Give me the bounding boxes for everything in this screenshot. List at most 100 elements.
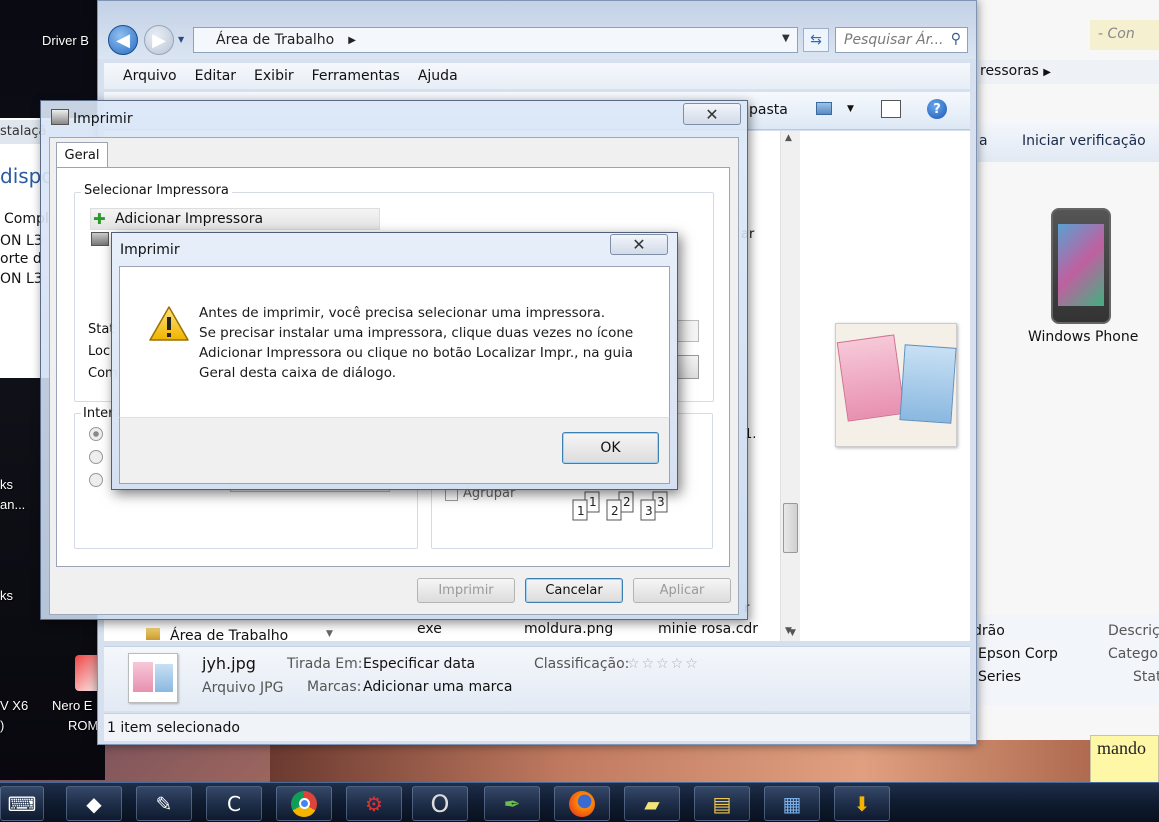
find-printer-button[interactable]: [675, 355, 699, 379]
desktop-icon-label[interactable]: ks: [0, 477, 13, 492]
file-item[interactable]: exe: [417, 621, 442, 637]
background-breadcrumb: ressoras ▶: [978, 60, 1159, 84]
file-item[interactable]: moldura.png: [524, 621, 613, 637]
file-item[interactable]: minie rosa.cdr: [658, 621, 758, 637]
svg-text:1: 1: [577, 504, 585, 518]
alert-message-line: Geral desta caixa de diálogo.: [199, 365, 397, 381]
background-search: - Con: [1090, 20, 1159, 50]
scroll-thumb: [783, 503, 798, 553]
file-list-scrollbar[interactable]: ▲ ▼: [780, 131, 800, 641]
add-printer-item[interactable]: ✚ Adicionar Impressora: [90, 208, 380, 230]
menu-ajuda[interactable]: Ajuda: [409, 68, 467, 84]
ok-button[interactable]: OK: [562, 432, 659, 464]
refresh-icon: ⇆: [810, 32, 822, 48]
desktop-icon-label[interactable]: Driver B: [42, 33, 89, 48]
quill-icon[interactable]: ✎: [136, 786, 192, 821]
windows-phone-icon[interactable]: [1051, 208, 1111, 324]
ccleaner-icon[interactable]: C: [206, 786, 262, 821]
alert-dialog: Imprimir ✕ Antes de imprimir, você preci…: [111, 232, 678, 490]
search-icon[interactable]: ⚲: [951, 31, 961, 47]
coreldraw-icon[interactable]: ✒: [484, 786, 540, 821]
print-dialog-title: Imprimir: [73, 111, 133, 127]
chrome-icon[interactable]: [276, 786, 332, 821]
toolbar-pasta-label[interactable]: pasta: [749, 102, 788, 118]
alert-close-button[interactable]: ✕: [610, 234, 668, 255]
warning-icon: [149, 306, 189, 341]
alert-message: Antes de imprimir, você precisa selecion…: [199, 303, 659, 383]
menu-exibir[interactable]: Exibir: [245, 68, 303, 84]
view-icon[interactable]: [816, 102, 832, 115]
tree-item-desktop[interactable]: Área de Trabalho: [170, 628, 288, 644]
background-detail: Epson Corp: [978, 646, 1058, 662]
tab-geral[interactable]: Geral: [56, 142, 108, 168]
menu-arquivo[interactable]: Arquivo: [114, 68, 186, 84]
preview-photo-blue: [899, 344, 957, 424]
alert-title: Imprimir: [120, 242, 180, 258]
menu-bar: Arquivo Editar Exibir Ferramentas Ajuda: [104, 63, 970, 89]
select-printer-label: Selecionar Impressora: [81, 183, 232, 198]
details-taken-value[interactable]: Especificar data: [363, 656, 475, 672]
view-dropdown-icon[interactable]: ▼: [847, 104, 854, 114]
details-tags-label: Marcas:: [307, 679, 362, 695]
firefox-icon[interactable]: [554, 786, 610, 821]
details-pane: jyh.jpg Arquivo JPG Tirada Em: Especific…: [104, 646, 970, 711]
keyboard-icon[interactable]: ⌨: [0, 786, 44, 821]
start-verification-button[interactable]: Iniciar verificação: [1022, 133, 1146, 149]
status-bar: 1 item selecionado: [104, 713, 970, 741]
history-dropdown-icon[interactable]: ▼: [178, 35, 184, 44]
background-detail: Descriç: [1108, 623, 1159, 639]
desktop-icon-label[interactable]: ): [0, 718, 4, 733]
preview-pane-icon[interactable]: [881, 100, 901, 118]
opera-icon[interactable]: O: [412, 786, 468, 821]
address-bar[interactable]: Área de Trabalho ▶: [193, 27, 798, 53]
address-dropdown-icon[interactable]: ▼: [782, 33, 790, 44]
desktop-icon-label[interactable]: ks: [0, 588, 13, 603]
windows-phone-label[interactable]: Windows Phone: [1028, 329, 1138, 345]
desktop-wallpaper-strip: [270, 740, 1159, 782]
radio-selection[interactable]: [89, 450, 103, 464]
desktop-icon-label[interactable]: Nero E: [52, 698, 92, 713]
menu-editar[interactable]: Editar: [186, 68, 245, 84]
media-center-icon[interactable]: ◆: [66, 786, 122, 821]
details-tags-value[interactable]: Adicionar uma marca: [363, 679, 512, 695]
close-icon: ✕: [632, 235, 646, 254]
help-icon[interactable]: ?: [927, 99, 947, 119]
menu-ferramentas[interactable]: Ferramentas: [303, 68, 409, 84]
scroll-up-icon: ▲: [785, 133, 792, 143]
search-placeholder: Pesquisar Ár...: [844, 32, 944, 48]
background-text: ON L3: [0, 271, 43, 287]
tree-scroll-down-icon[interactable]: ▼: [326, 629, 333, 639]
alert-message-line: Se precisar instalar uma impressora, cli…: [199, 325, 634, 341]
alert-message-line: Antes de imprimir, você precisa selecion…: [199, 305, 606, 321]
location-label: Loc: [88, 344, 111, 359]
file-explorer-icon[interactable]: ▤: [694, 786, 750, 821]
desktop-icon-label[interactable]: V X6: [0, 698, 28, 713]
sticky-notes-icon[interactable]: ▰: [624, 786, 680, 821]
image-preview[interactable]: [835, 323, 957, 447]
svg-text:3: 3: [657, 495, 665, 509]
print-button[interactable]: Imprimir: [417, 578, 515, 603]
desktop-icon-label[interactable]: ROM: [68, 718, 98, 733]
print-dialog-close-button[interactable]: ✕: [683, 103, 741, 125]
control-panel-icon[interactable]: ▦: [764, 786, 820, 821]
forward-button[interactable]: ▶: [144, 25, 174, 55]
download-icon[interactable]: ⬇: [834, 786, 890, 821]
apply-button[interactable]: Aplicar: [633, 578, 731, 603]
refresh-button[interactable]: ⇆: [803, 28, 829, 52]
background-detail: drão: [973, 623, 1005, 639]
antivirus-icon[interactable]: ⚙: [346, 786, 402, 821]
desktop-icon-label[interactable]: an...: [0, 497, 25, 512]
scroll-down-icon[interactable]: ▼: [789, 628, 796, 638]
radio-pages[interactable]: [89, 473, 103, 487]
address-chevron-icon[interactable]: ▶: [348, 35, 356, 46]
background-detail: Series: [978, 669, 1022, 685]
search-input[interactable]: Pesquisar Ár... ⚲: [835, 27, 968, 53]
address-text: Área de Trabalho: [216, 32, 335, 48]
printer-list-icon[interactable]: [91, 232, 109, 246]
cancel-button[interactable]: Cancelar: [525, 578, 623, 603]
back-button[interactable]: ◀: [108, 25, 138, 55]
sticky-note[interactable]: mando: [1090, 735, 1159, 783]
rating-stars-icon[interactable]: ☆☆☆☆☆: [627, 656, 700, 672]
collate-pages-icon: 1 1 2 2 3 3: [572, 491, 668, 521]
radio-all[interactable]: [89, 427, 103, 441]
